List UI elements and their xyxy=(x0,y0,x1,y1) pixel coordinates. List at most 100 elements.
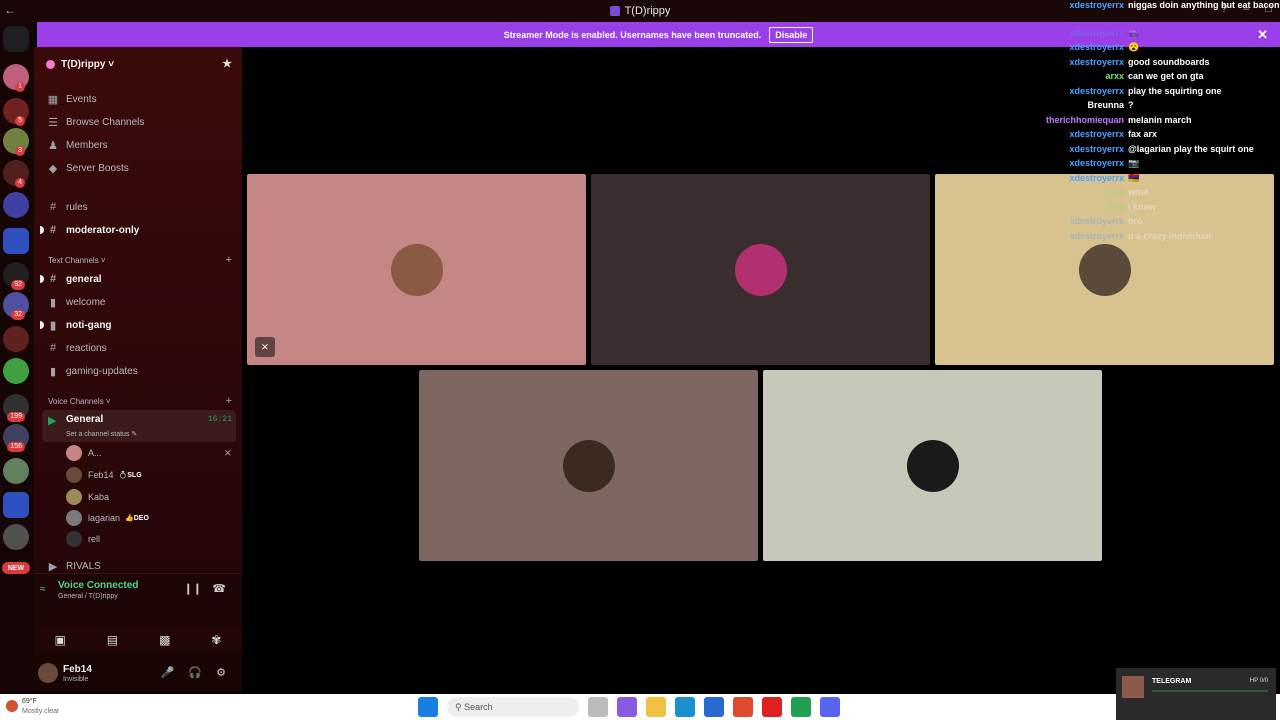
add-channel-icon[interactable]: + xyxy=(226,395,232,407)
signal-icon[interactable]: ≈ xyxy=(40,584,46,595)
channel-label: general xyxy=(66,273,102,285)
voice-member[interactable]: rell xyxy=(66,530,232,548)
server-icon[interactable]: 199 xyxy=(3,394,29,422)
channel-noti-gang[interactable]: ▮ noti-gang xyxy=(40,315,234,335)
video-tile[interactable]: ⨯ xyxy=(247,174,586,365)
noise-suppression-icon[interactable]: ❙❙ xyxy=(184,582,202,595)
avatar xyxy=(66,445,82,461)
mail-icon[interactable] xyxy=(704,697,724,717)
camera-off-icon[interactable]: ▣ xyxy=(54,633,65,647)
voice-connected-channel[interactable]: General / T(D)rippy xyxy=(58,593,118,600)
file-explorer-icon[interactable] xyxy=(646,697,666,717)
server-icon[interactable] xyxy=(3,192,29,218)
new-badge[interactable]: NEW xyxy=(2,562,30,574)
folder-icon[interactable] xyxy=(3,492,29,518)
voice-member[interactable]: lagarian 👍DEO xyxy=(66,509,232,527)
invite-icon[interactable]: ★ xyxy=(222,57,232,70)
server-icon[interactable] xyxy=(3,326,29,352)
server-icon[interactable]: 92 xyxy=(3,262,29,290)
chat-text: i know xyxy=(1128,202,1157,212)
chat-user: xdestroyerrx xyxy=(1069,158,1124,168)
disable-button[interactable]: Disable xyxy=(769,26,814,43)
chat-message: xdestroyerrx 📷 xyxy=(1002,158,1272,172)
video-tile[interactable] xyxy=(591,174,930,365)
screen-share-icon[interactable]: ▤ xyxy=(107,633,118,647)
gear-icon[interactable]: ⚙ xyxy=(216,666,226,679)
channel-gaming-updates[interactable]: ▮ gaming-updates xyxy=(46,361,234,381)
nav-members[interactable]: ♟ Members xyxy=(46,135,234,155)
chat-text: 🇦🇲 xyxy=(1128,173,1140,183)
chat-message: xdestroyerrx fax arx xyxy=(1002,129,1272,143)
channel-rules[interactable]: # rules xyxy=(46,197,234,217)
chat-message: xdestroyerrx good soundboards xyxy=(1002,57,1272,71)
avatar xyxy=(66,510,82,526)
chat-user: xdestroyerrx xyxy=(1069,173,1124,183)
microphone-icon[interactable]: 🎤 xyxy=(161,666,175,679)
video-tile[interactable] xyxy=(763,370,1102,561)
voice-member[interactable]: Feb14 💍SLG xyxy=(66,466,232,484)
add-channel-icon[interactable]: + xyxy=(226,254,232,266)
chat-text: ? xyxy=(1128,100,1134,110)
nav-label: Server Boosts xyxy=(66,162,129,174)
nav-label: Events xyxy=(66,93,97,105)
voice-action-buttons: ▣ ▤ ▩ ✾ xyxy=(34,628,242,652)
hash-icon: # xyxy=(49,201,57,213)
user-controls: 🎤 🎧 ⚙ xyxy=(161,666,226,679)
unread-indicator xyxy=(40,321,44,329)
soundboard-icon[interactable]: ✾ xyxy=(211,633,221,647)
telegram-widget[interactable]: TELEGRAM HP 0/0 xyxy=(1116,668,1276,720)
server-header[interactable]: T(D)rippy ˅ ★ xyxy=(46,55,232,73)
server-icon[interactable]: 156 xyxy=(3,424,29,452)
text-channels-category[interactable]: Text Channels ˅ + xyxy=(48,253,232,267)
voice-channels-category[interactable]: Voice Channels ˅ + xyxy=(48,394,232,408)
hash-icon: # xyxy=(49,342,57,354)
activities-icon[interactable]: ▩ xyxy=(159,633,170,647)
nav-browse-channels[interactable]: ☰ Browse Channels xyxy=(46,112,234,132)
channel-welcome[interactable]: ▮ welcome xyxy=(46,292,234,312)
edge-icon[interactable] xyxy=(675,697,695,717)
voice-connected-panel: ≈ Voice Connected General / T(D)rippy ❙❙… xyxy=(34,573,242,629)
folder-icon[interactable] xyxy=(3,228,29,254)
chat-user: xdestroyerrx xyxy=(1069,231,1124,241)
server-icon[interactable]: 32 xyxy=(3,292,29,320)
chat-message: xdestroyerrx 😮 xyxy=(1002,42,1272,56)
avatar xyxy=(906,439,959,492)
server-icon[interactable]: 4 xyxy=(3,160,29,188)
chat-user: xdestroyerrx xyxy=(1069,28,1124,38)
chat-message: Breunna? xyxy=(1002,100,1272,114)
voice-member[interactable]: A... ⨯ xyxy=(66,444,232,462)
voice-member[interactable]: Kaba xyxy=(66,488,232,506)
headphones-icon[interactable]: 🎧 xyxy=(188,666,202,679)
server-icon[interactable]: 3 xyxy=(3,128,29,156)
copilot-icon[interactable] xyxy=(617,697,637,717)
channel-label: welcome xyxy=(66,296,106,308)
voice-channel-general[interactable]: ▶ General 16:21 Set a channel status ✎ xyxy=(42,410,236,442)
chat-text: niggas doin anything but eat bacon xyxy=(1128,0,1280,10)
taskbar-apps: ⚲ Search xyxy=(418,697,840,717)
server-icon[interactable]: 5 xyxy=(3,98,29,126)
chrome-icon[interactable] xyxy=(733,697,753,717)
server-icon[interactable]: 1 xyxy=(3,64,29,92)
youtube-icon[interactable] xyxy=(762,697,782,717)
search-box[interactable]: ⚲ Search xyxy=(447,697,579,717)
video-tile[interactable] xyxy=(419,370,758,561)
task-view-icon[interactable] xyxy=(588,697,608,717)
channel-status[interactable]: Set a channel status ✎ xyxy=(66,430,137,438)
chat-user: xdestroyerrx xyxy=(1069,216,1124,226)
server-icon[interactable] xyxy=(3,458,29,484)
disconnect-icon[interactable]: ☎ xyxy=(212,582,226,595)
discord-icon[interactable] xyxy=(820,697,840,717)
channel-moderator-only[interactable]: # moderator-only xyxy=(40,220,234,240)
channel-general[interactable]: # general xyxy=(40,269,234,289)
nav-server-boosts[interactable]: ◆ Server Boosts xyxy=(46,158,234,178)
nav-events[interactable]: ▦ Events xyxy=(46,89,234,109)
app-icon[interactable] xyxy=(791,697,811,717)
start-icon[interactable] xyxy=(418,697,438,717)
hp-readout: HP 0/0 xyxy=(1249,678,1268,684)
server-icon[interactable] xyxy=(3,524,29,550)
back-arrow-icon[interactable]: ← xyxy=(4,3,16,17)
server-icon[interactable] xyxy=(3,358,29,384)
avatar[interactable] xyxy=(38,663,58,683)
channel-reactions[interactable]: # reactions xyxy=(46,338,234,358)
discord-home-icon[interactable] xyxy=(3,26,29,52)
